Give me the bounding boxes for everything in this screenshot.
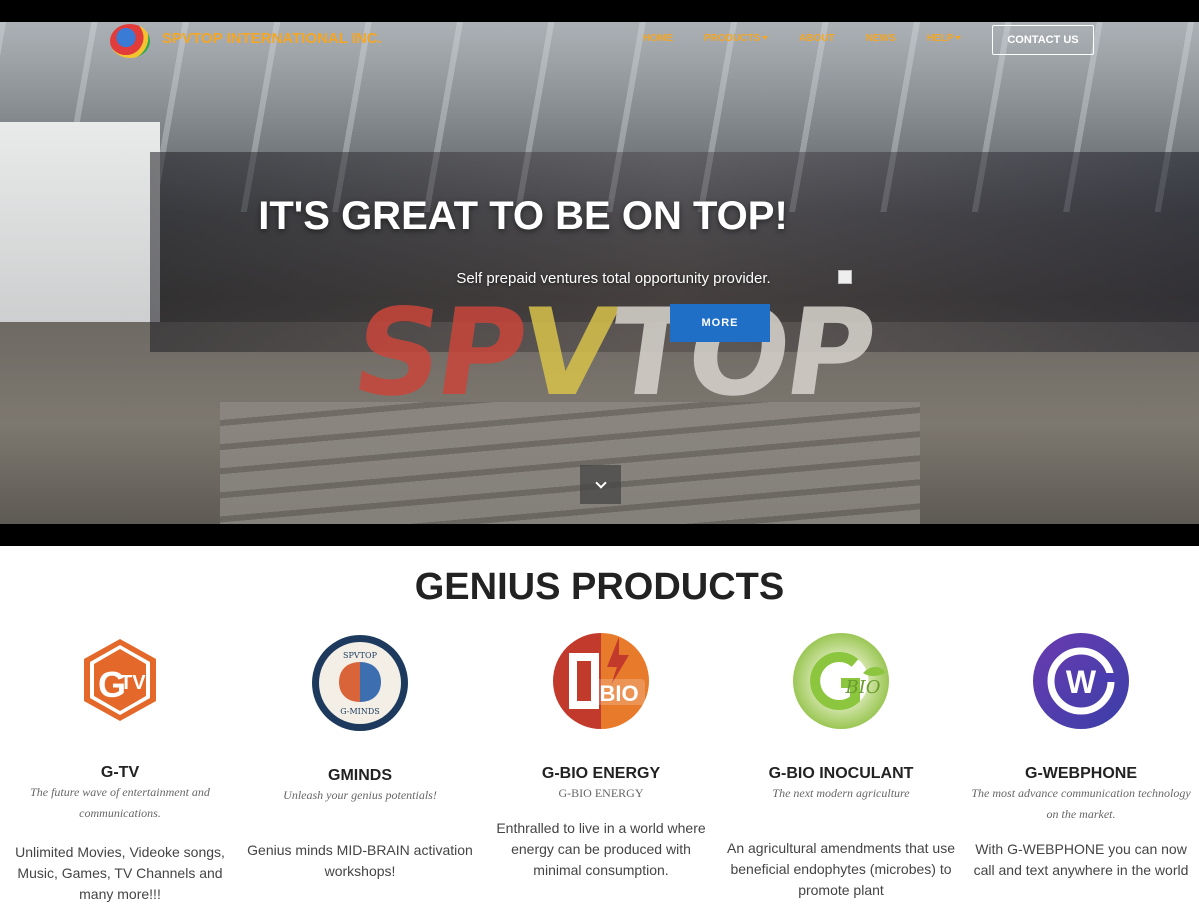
spvtop-sign: SPVTOP bbox=[345, 284, 880, 423]
nav-products[interactable]: PRODUCTS bbox=[704, 33, 769, 44]
product-tagline: The future wave of entertainment and com… bbox=[30, 785, 210, 820]
svg-text:G-MINDS: G-MINDS bbox=[340, 707, 380, 716]
more-button[interactable]: MORE bbox=[670, 304, 770, 342]
product-description: Enthralled to live in a world where ener… bbox=[496, 820, 706, 878]
nav-about[interactable]: ABOUT bbox=[799, 33, 835, 44]
hero-title: IT'S GREAT TO BE ON TOP! bbox=[258, 194, 788, 238]
product-card-gwebphone: W G-WEBPHONE The most advance communicat… bbox=[966, 633, 1196, 881]
gwebphone-logo-icon[interactable]: W bbox=[1033, 633, 1129, 729]
svg-text:TV: TV bbox=[120, 672, 146, 694]
product-description: Unlimited Movies, Videoke songs, Music, … bbox=[15, 844, 225, 902]
products-section-title: GENIUS PRODUCTS bbox=[414, 566, 785, 608]
caret-down-icon bbox=[955, 36, 962, 41]
gbio-energy-logo-icon[interactable]: BIO bbox=[553, 633, 649, 729]
product-tagline: Unleash your genius potentials! bbox=[283, 788, 437, 802]
product-description: An agricultural amendments that use bene… bbox=[726, 840, 955, 898]
nav-home[interactable]: HOME bbox=[643, 33, 673, 44]
product-card-gtv: G TV G-TV The future wave of entertainme… bbox=[5, 637, 235, 905]
product-card-gbio-inoculant: BIO G-BIO INOCULANT The next modern agri… bbox=[726, 633, 956, 901]
product-tagline: G-BIO ENERGY bbox=[558, 786, 644, 800]
scroll-down-button[interactable] bbox=[580, 465, 621, 504]
caret-down-icon bbox=[762, 36, 769, 41]
nav-news[interactable]: NEWS bbox=[866, 33, 896, 44]
product-name[interactable]: G-TV bbox=[5, 764, 235, 782]
hero-subtitle: Self prepaid ventures total opportunity … bbox=[456, 270, 771, 287]
product-card-gminds: SPVTOP G-MINDS GMINDS Unleash your geniu… bbox=[245, 635, 475, 882]
navbar: SPVTOP INTERNATIONAL INC. HOME PRODUCTS … bbox=[0, 22, 1199, 58]
product-tagline: The most advance communication technolog… bbox=[971, 786, 1191, 821]
gbio-inoculant-logo-icon[interactable]: BIO bbox=[793, 633, 889, 729]
broken-image-icon bbox=[838, 270, 852, 284]
chevron-down-icon bbox=[594, 476, 607, 489]
company-logo-icon[interactable] bbox=[110, 24, 150, 58]
svg-text:W: W bbox=[1066, 664, 1097, 700]
section-divider bbox=[0, 524, 1199, 546]
svg-text:BIO: BIO bbox=[844, 677, 880, 698]
product-description: With G-WEBPHONE you can now call and tex… bbox=[973, 841, 1189, 878]
gminds-logo-icon[interactable]: SPVTOP G-MINDS bbox=[312, 635, 408, 731]
top-black-bar bbox=[0, 0, 1199, 22]
svg-text:BIO: BIO bbox=[599, 681, 638, 706]
product-name[interactable]: G-BIO INOCULANT bbox=[726, 765, 956, 783]
svg-text:SPVTOP: SPVTOP bbox=[343, 651, 378, 660]
nav-menu: HOME PRODUCTS ABOUT NEWS HELP bbox=[643, 33, 992, 44]
product-tagline: The next modern agriculture bbox=[772, 786, 910, 800]
brand-name[interactable]: SPVTOP INTERNATIONAL INC. bbox=[162, 30, 382, 47]
product-description: Genius minds MID-BRAIN activation worksh… bbox=[247, 842, 473, 879]
contact-us-button[interactable]: CONTACT US bbox=[992, 25, 1094, 55]
product-name[interactable]: GMINDS bbox=[245, 767, 475, 785]
gtv-logo-icon[interactable]: G TV bbox=[80, 637, 160, 723]
product-name[interactable]: G-WEBPHONE bbox=[966, 765, 1196, 783]
product-card-gbio-energy: BIO G-BIO ENERGY G-BIO ENERGY Enthralled… bbox=[486, 633, 716, 881]
nav-help[interactable]: HELP bbox=[927, 33, 962, 44]
product-name[interactable]: G-BIO ENERGY bbox=[486, 765, 716, 783]
